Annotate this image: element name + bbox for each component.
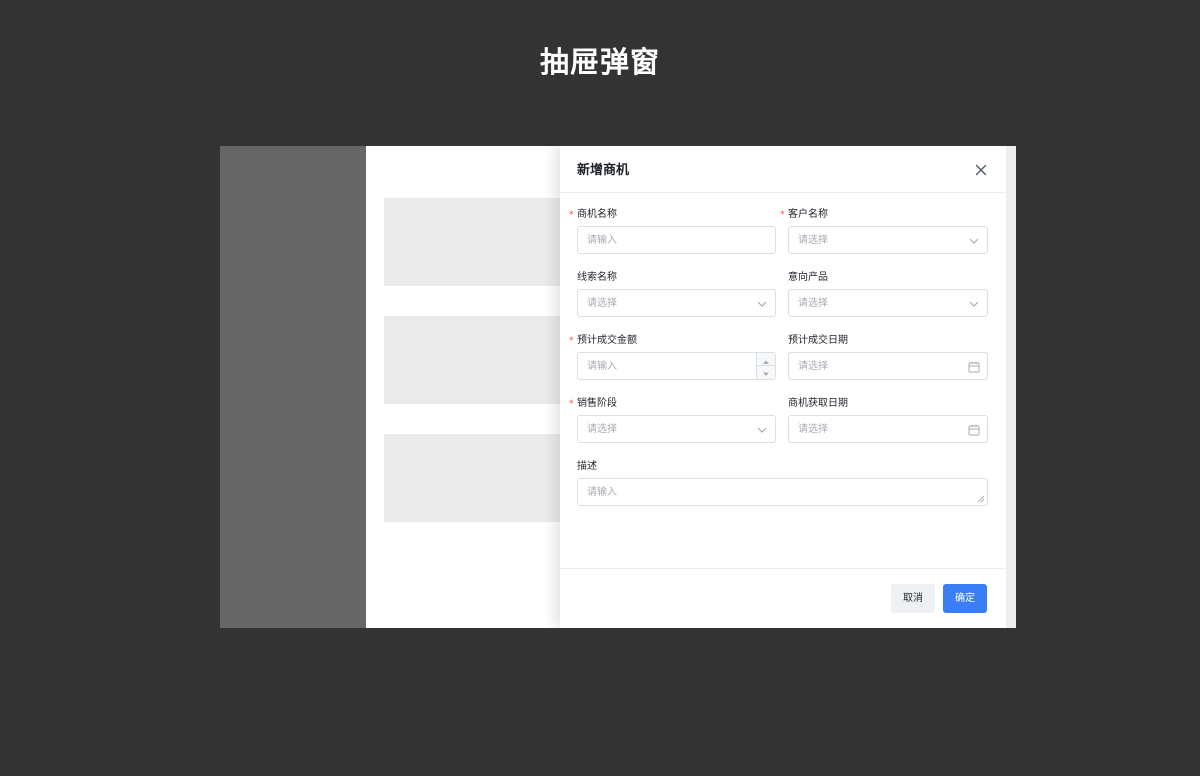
acquired-date-picker[interactable]: 请选择	[788, 415, 988, 443]
drawer-header: 新增商机	[560, 146, 1006, 193]
chevron-down-icon	[757, 427, 767, 433]
app-preview: 新增商机 * 商机名称 请输入 * 客户名称 请选择 线索名称 请选择 意向产品…	[220, 146, 1016, 628]
field-label-lead-name: 线索名称	[577, 272, 617, 283]
confirm-button[interactable]: 确定	[943, 584, 987, 613]
placeholder: 请选择	[587, 298, 617, 309]
page-title: 抽屉弹窗	[539, 45, 660, 79]
decrement-button[interactable]	[757, 366, 775, 379]
field-label-expected-amount: 预计成交金额	[577, 335, 637, 346]
placeholder: 请选择	[798, 235, 828, 246]
resize-handle-icon[interactable]	[977, 495, 985, 503]
field-label-opportunity-name: 商机名称	[577, 209, 617, 220]
content-placeholder-block	[384, 316, 574, 404]
close-button[interactable]	[972, 161, 990, 179]
field-label-expected-close-date: 预计成交日期	[788, 335, 848, 346]
cancel-button[interactable]: 取消	[891, 584, 935, 613]
field-label-customer-name: 客户名称	[788, 209, 828, 220]
description-textarea[interactable]: 请输入	[577, 478, 988, 506]
content-placeholder-block	[384, 434, 574, 522]
field-label-description: 描述	[577, 461, 597, 472]
lead-name-select[interactable]: 请选择	[577, 289, 776, 317]
required-mark: *	[780, 210, 785, 220]
number-stepper	[756, 353, 775, 379]
caret-down-icon	[763, 372, 769, 376]
field-label-intended-product: 意向产品	[788, 272, 828, 283]
placeholder: 请输入	[587, 361, 617, 372]
sales-stage-select[interactable]: 请选择	[577, 415, 776, 443]
chevron-down-icon	[969, 301, 979, 307]
placeholder: 请输入	[587, 235, 617, 246]
chevron-down-icon	[757, 301, 767, 307]
content-placeholder-block	[384, 198, 574, 286]
placeholder: 请输入	[587, 487, 617, 498]
required-mark: *	[569, 336, 574, 346]
drawer-footer: 取消 确定	[560, 568, 1006, 628]
expected-close-date-picker[interactable]: 请选择	[788, 352, 988, 380]
drawer-title: 新增商机	[577, 163, 630, 178]
placeholder: 请选择	[587, 424, 617, 435]
field-label-sales-stage: 销售阶段	[577, 398, 617, 409]
calendar-icon	[968, 361, 980, 373]
customer-name-select[interactable]: 请选择	[788, 226, 988, 254]
intended-product-select[interactable]: 请选择	[788, 289, 988, 317]
increment-button[interactable]	[757, 353, 775, 366]
drawer: 新增商机 * 商机名称 请输入 * 客户名称 请选择 线索名称 请选择 意向产品…	[560, 146, 1006, 628]
opportunity-name-input[interactable]: 请输入	[577, 226, 776, 254]
required-mark: *	[569, 399, 574, 409]
scrollbar[interactable]	[1006, 146, 1016, 628]
field-label-acquired-date: 商机获取日期	[788, 398, 848, 409]
required-mark: *	[569, 210, 574, 220]
expected-amount-input[interactable]: 请输入	[577, 352, 776, 380]
close-icon	[975, 164, 987, 176]
app-sidebar	[220, 146, 366, 628]
placeholder: 请选择	[798, 361, 828, 372]
placeholder: 请选择	[798, 424, 828, 435]
calendar-icon	[968, 424, 980, 436]
placeholder: 请选择	[798, 298, 828, 309]
chevron-down-icon	[969, 238, 979, 244]
